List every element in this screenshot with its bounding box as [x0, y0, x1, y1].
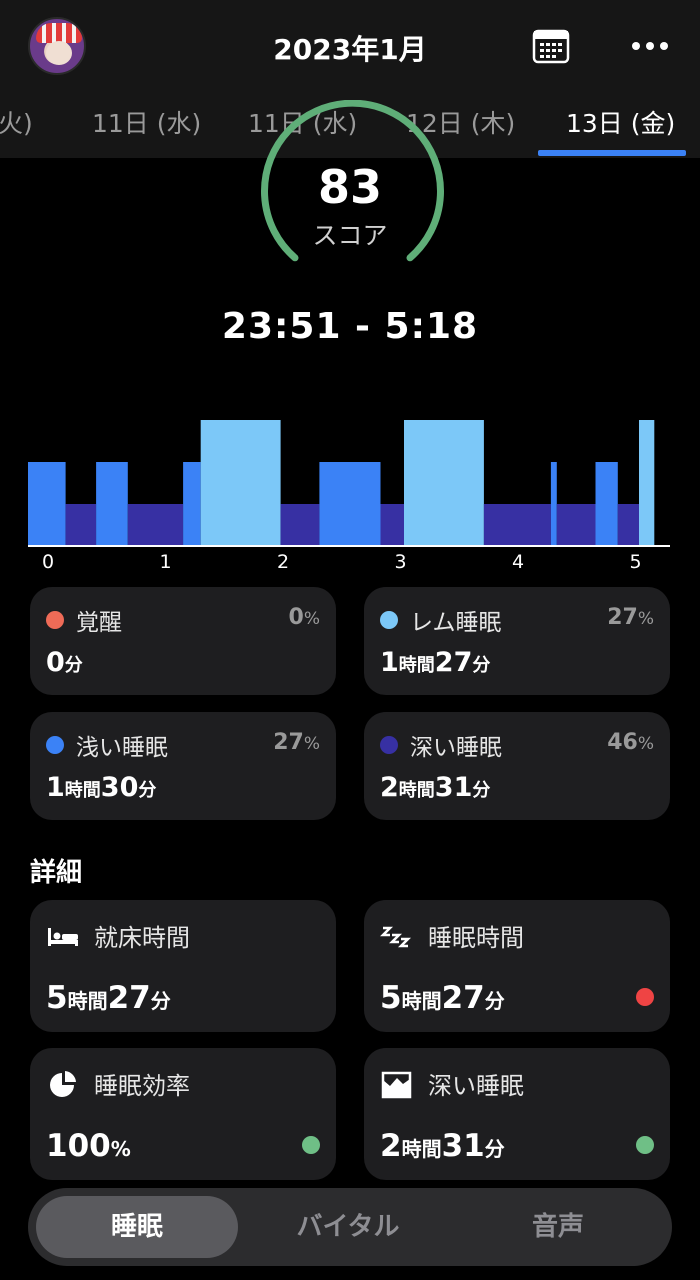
hypnogram-tick-label: 3 — [394, 551, 406, 573]
hypnogram-segment-light — [96, 462, 128, 546]
detail-value: 5時間27分 — [46, 980, 171, 1016]
tab-date-active[interactable]: 13日 (金) — [566, 104, 675, 140]
hypnogram-segment-deep — [65, 504, 97, 546]
stage-card-deep[interactable]: 深い睡眠 46% 2時間31分 — [364, 712, 670, 820]
hypnogram-chart: 0 1 2 3 4 5 — [28, 420, 670, 573]
hypnogram-segment-deep — [280, 504, 320, 546]
detail-card-deep-sleep[interactable]: 深い睡眠 2時間31分 — [364, 1048, 670, 1180]
hypnogram-segment-deep — [483, 504, 551, 546]
hypnogram-segment-light — [319, 462, 381, 546]
detail-name: 就床時間 — [94, 924, 190, 952]
stage-percent: 46% — [607, 730, 654, 755]
tab-underline — [538, 150, 686, 156]
hypnogram-tick-label: 2 — [277, 551, 289, 573]
hypnogram-segment-light — [595, 462, 618, 546]
calendar-icon[interactable] — [532, 28, 570, 64]
bottom-nav: 睡眠 バイタル 音声 — [28, 1188, 672, 1266]
hypnogram-segment-rem — [639, 420, 655, 546]
hypnogram-tick-label: 1 — [159, 551, 171, 573]
stage-duration: 0分 — [46, 647, 83, 678]
detail-card-efficiency[interactable]: 睡眠効率 100% — [30, 1048, 336, 1180]
stage-card-awake[interactable]: 覚醒 0% 0分 — [30, 587, 336, 695]
detail-name: 睡眠効率 — [94, 1072, 190, 1100]
hypnogram-segment-deep — [380, 504, 404, 546]
hypnogram-tick-label: 0 — [42, 551, 54, 573]
detail-name: 深い睡眠 — [428, 1072, 524, 1100]
hypnogram-segment-light — [550, 462, 557, 546]
detail-value: 5時間27分 — [380, 980, 505, 1016]
status-dot — [636, 988, 654, 1006]
hypnogram-segment-deep — [127, 504, 184, 546]
status-dot — [302, 1136, 320, 1154]
detail-card-bedtime[interactable]: 就床時間 5時間27分 — [30, 900, 336, 1032]
hypnogram-tick-label: 5 — [629, 551, 641, 573]
stage-duration: 1時間30分 — [46, 772, 157, 803]
detail-value: 100% — [46, 1128, 131, 1164]
hypnogram-tick-label: 4 — [512, 551, 524, 573]
stage-percent: 27% — [607, 605, 654, 630]
nav-audio[interactable]: 音声 — [458, 1196, 658, 1258]
rem-color-dot — [380, 611, 398, 629]
detail-value: 2時間31分 — [380, 1128, 505, 1164]
stage-name: 浅い睡眠 — [76, 735, 168, 761]
details-heading: 詳細 — [30, 858, 83, 888]
nav-sleep[interactable]: 睡眠 — [36, 1196, 238, 1258]
score-label: スコア — [312, 221, 388, 250]
detail-card-sleep-time[interactable]: 睡眠時間 5時間27分 — [364, 900, 670, 1032]
hypnogram-segment-rem — [200, 420, 281, 546]
status-dot — [636, 1136, 654, 1154]
score-value: 83 — [317, 160, 382, 214]
stage-duration: 1時間27分 — [380, 647, 491, 678]
hypnogram-segment-deep — [617, 504, 639, 546]
hypnogram-segment-rem — [404, 420, 484, 546]
header: 2023年1月 — [0, 0, 700, 92]
stage-name: レム睡眠 — [410, 610, 502, 636]
sleep-time-range: 23:51 - 5:18 — [221, 306, 479, 347]
tab-date[interactable]: 11日 (水) — [92, 104, 201, 140]
hypnogram-segment-light — [28, 462, 66, 546]
stage-name: 深い睡眠 — [410, 735, 502, 761]
page-title[interactable]: 2023年1月 — [0, 28, 700, 68]
stage-percent: 0% — [288, 605, 320, 630]
stage-card-light[interactable]: 浅い睡眠 27% 1時間30分 — [30, 712, 336, 820]
zzz-icon — [379, 922, 414, 952]
detail-name: 睡眠時間 — [428, 924, 524, 952]
stage-duration: 2時間31分 — [380, 772, 491, 803]
light-color-dot — [46, 736, 64, 754]
bed-icon — [46, 922, 80, 952]
hypnogram-segment-deep — [556, 504, 596, 546]
awake-color-dot — [46, 611, 64, 629]
more-icon[interactable] — [628, 30, 672, 60]
stage-name: 覚醒 — [76, 610, 122, 636]
hypnogram-segment-light — [183, 462, 201, 546]
pie-icon — [46, 1070, 80, 1100]
stage-percent: 27% — [273, 730, 320, 755]
deep-sleep-icon — [380, 1070, 414, 1100]
nav-vitals[interactable]: バイタル — [248, 1196, 448, 1258]
stage-card-rem[interactable]: レム睡眠 27% 1時間27分 — [364, 587, 670, 695]
deep-color-dot — [380, 736, 398, 754]
tab-date[interactable]: 火) — [0, 104, 33, 140]
